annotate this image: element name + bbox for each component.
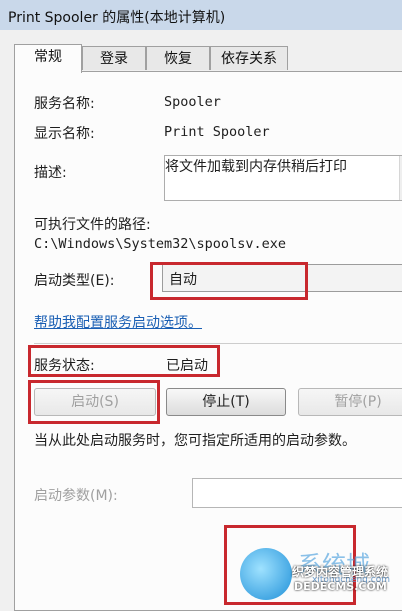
title-bar: Print Spooler 的属性(本地计算机) — [0, 0, 402, 30]
service-name-label: 服务名称: — [34, 96, 95, 112]
description-label: 描述: — [34, 165, 67, 181]
start-params-input[interactable] — [192, 478, 402, 508]
tab-dependencies[interactable]: 依存关系 — [210, 46, 288, 70]
description-text: 将文件加载到内存供稍后打印 — [165, 159, 347, 175]
startup-type-label: 启动类型(E): — [34, 273, 115, 289]
exe-path-value: C:\Windows\System32\spoolsv.exe — [34, 236, 286, 252]
pause-button[interactable]: 暂停(P) — [298, 388, 402, 416]
window-title: Print Spooler 的属性(本地计算机) — [8, 10, 226, 26]
divider — [34, 343, 402, 344]
tab-general[interactable]: 常规 — [14, 44, 82, 73]
watermark-overlay-line1: 织梦内容管理系统 — [292, 565, 389, 579]
description-field[interactable]: 将文件加载到内存供稍后打印 — [164, 155, 402, 201]
start-params-label: 启动参数(M): — [34, 488, 118, 504]
start-button[interactable]: 启动(S) — [34, 388, 156, 416]
general-panel — [14, 71, 402, 611]
startup-type-value: 自动 — [169, 272, 197, 288]
watermark-overlay-line2: DEDECMS.COM — [294, 580, 387, 593]
display-name-label: 显示名称: — [34, 126, 95, 142]
service-status-value: 已启动 — [166, 358, 208, 374]
tab-recovery[interactable]: 恢复 — [146, 46, 210, 70]
stop-button[interactable]: 停止(T) — [166, 388, 286, 416]
exe-path-label: 可执行文件的路径: — [34, 217, 151, 233]
tab-logon[interactable]: 登录 — [82, 46, 146, 70]
service-name-value: Spooler — [164, 94, 221, 110]
display-name-value: Print Spooler — [164, 124, 270, 140]
watermark-logo-icon — [240, 548, 292, 600]
startup-type-select[interactable]: 自动 — [162, 264, 402, 292]
startup-help-link[interactable]: 帮助我配置服务启动选项。 — [34, 312, 202, 332]
start-params-hint: 当从此处启动服务时，您可指定所适用的启动参数。 — [34, 433, 356, 449]
service-status-label: 服务状态: — [34, 358, 95, 374]
